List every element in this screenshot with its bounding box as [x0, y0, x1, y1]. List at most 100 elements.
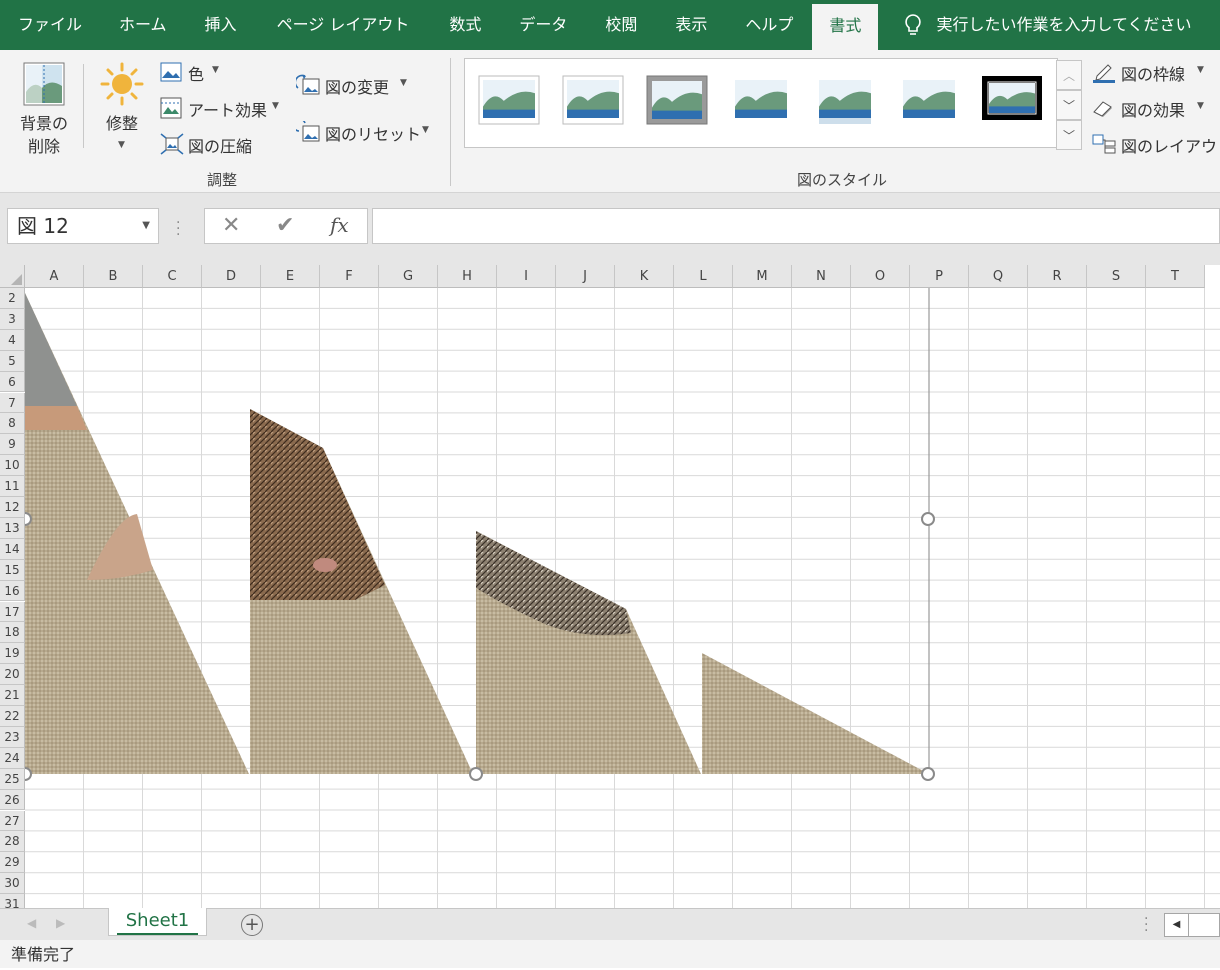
picture-piece-4[interactable]: [702, 653, 929, 774]
picture-style-5[interactable]: [814, 75, 876, 125]
column-header[interactable]: O: [851, 265, 910, 288]
tab-6[interactable]: 校閲: [586, 0, 656, 50]
picture-layout-icon: [1092, 134, 1116, 154]
column-header[interactable]: E: [261, 265, 320, 288]
name-box[interactable]: 図 12 ▼: [7, 208, 159, 244]
select-all-corner[interactable]: [0, 265, 25, 288]
row-header[interactable]: 9: [0, 434, 25, 456]
row-header[interactable]: 31: [0, 894, 25, 908]
column-header[interactable]: N: [792, 265, 851, 288]
row-header[interactable]: 4: [0, 329, 25, 351]
row-header[interactable]: 7: [0, 392, 25, 414]
tab-1[interactable]: ホーム: [100, 0, 186, 50]
horizontal-scrollbar[interactable]: ◀: [1164, 913, 1220, 937]
row-header[interactable]: 11: [0, 476, 25, 497]
column-header[interactable]: Q: [969, 265, 1028, 288]
resize-handle[interactable]: [921, 767, 935, 781]
row-header[interactable]: 26: [0, 789, 25, 811]
row-header[interactable]: 8: [0, 413, 25, 435]
tab-9[interactable]: 書式: [812, 4, 879, 50]
tell-me-box[interactable]: 実行したい作業を入力してください: [904, 0, 1191, 50]
gallery-more-button[interactable]: ﹀: [1056, 120, 1082, 150]
sheet-nav-prev-icon[interactable]: ◀: [27, 916, 36, 930]
picture-style-1[interactable]: [478, 75, 540, 125]
enter-check-icon[interactable]: ✔: [276, 213, 294, 238]
row-header[interactable]: 21: [0, 685, 25, 706]
row-header[interactable]: 29: [0, 852, 25, 874]
status-bar: 準備完了: [0, 940, 1220, 968]
resize-handle[interactable]: [25, 767, 32, 781]
row-header[interactable]: 19: [0, 643, 25, 665]
tab-2[interactable]: 挿入: [186, 0, 256, 50]
column-header[interactable]: P: [910, 265, 969, 288]
tab-0[interactable]: ファイル: [0, 0, 100, 50]
picture-style-3[interactable]: [646, 75, 708, 125]
row-header[interactable]: 16: [0, 580, 25, 602]
column-header[interactable]: A: [25, 265, 84, 288]
change-picture-icon: [296, 74, 320, 95]
row-header[interactable]: 23: [0, 726, 25, 748]
column-header[interactable]: J: [556, 265, 615, 288]
row-header[interactable]: 24: [0, 747, 25, 769]
resize-handle[interactable]: [25, 512, 32, 526]
row-header[interactable]: 12: [0, 497, 25, 518]
column-header[interactable]: G: [379, 265, 438, 288]
tab-4[interactable]: 数式: [430, 0, 500, 50]
row-header[interactable]: 28: [0, 831, 25, 853]
row-header[interactable]: 5: [0, 350, 25, 372]
sheet-nav-next-icon[interactable]: ▶: [56, 916, 65, 930]
row-header[interactable]: 17: [0, 601, 25, 623]
insert-function-icon[interactable]: fx: [330, 213, 349, 237]
column-header[interactable]: K: [615, 265, 674, 288]
resize-handle[interactable]: [921, 512, 935, 526]
gallery-scroll-down-button[interactable]: ﹀: [1056, 90, 1082, 120]
column-header[interactable]: T: [1146, 265, 1205, 288]
picture-style-7[interactable]: [981, 75, 1043, 125]
row-header[interactable]: 13: [0, 517, 25, 539]
column-header[interactable]: L: [674, 265, 733, 288]
row-header[interactable]: 18: [0, 622, 25, 644]
picture-style-2[interactable]: [562, 75, 624, 125]
chevron-down-icon[interactable]: ▼: [142, 209, 150, 243]
row-header[interactable]: 3: [0, 308, 25, 330]
worksheet-grid[interactable]: A B C D E F G H I J K L M N O P Q R S T 2 3 4 5 6 7 8 9 10 11 12 13 14 15…: [0, 265, 1220, 908]
corrections-button[interactable]: 修整 ▼: [96, 60, 148, 160]
column-header[interactable]: R: [1028, 265, 1087, 288]
column-header[interactable]: D: [202, 265, 261, 288]
row-header[interactable]: 30: [0, 873, 25, 895]
formula-input[interactable]: [372, 208, 1220, 244]
add-sheet-icon[interactable]: +: [241, 914, 263, 936]
column-header[interactable]: M: [733, 265, 792, 288]
gallery-scroll-up-button[interactable]: ︿: [1056, 60, 1082, 90]
row-header[interactable]: 20: [0, 664, 25, 686]
cell-area[interactable]: [25, 288, 1220, 908]
tab-3[interactable]: ページ レイアウト: [256, 0, 431, 50]
row-header[interactable]: 14: [0, 538, 25, 560]
remove-background-button[interactable]: 背景の 削除: [12, 60, 76, 160]
scrollbar-grip[interactable]: · · ·: [1144, 912, 1148, 938]
column-header[interactable]: S: [1087, 265, 1146, 288]
row-header[interactable]: 2: [0, 288, 25, 309]
row-header[interactable]: 10: [0, 455, 25, 477]
tab-7[interactable]: 表示: [656, 0, 726, 50]
cancel-icon[interactable]: ✕: [222, 213, 240, 238]
picture-style-4[interactable]: [730, 75, 792, 125]
row-header[interactable]: 22: [0, 706, 25, 727]
picture-effects-label: 図の効果: [1121, 101, 1186, 120]
sheet-tab-sheet1[interactable]: Sheet1: [108, 908, 207, 936]
row-header[interactable]: 27: [0, 810, 25, 832]
tab-8[interactable]: ヘルプ: [726, 0, 812, 50]
row-header[interactable]: 15: [0, 559, 25, 581]
formula-bar-grip[interactable]: · · ·: [176, 216, 180, 242]
resize-handle[interactable]: [469, 767, 483, 781]
tab-5[interactable]: データ: [500, 0, 586, 50]
row-header[interactable]: 25: [0, 768, 25, 790]
column-header[interactable]: F: [320, 265, 379, 288]
picture-style-6[interactable]: [898, 75, 960, 125]
scroll-left-icon[interactable]: ◀: [1165, 914, 1189, 936]
column-header[interactable]: B: [84, 265, 143, 288]
column-header[interactable]: I: [497, 265, 556, 288]
row-header[interactable]: 6: [0, 371, 25, 393]
column-header[interactable]: C: [143, 265, 202, 288]
column-header[interactable]: H: [438, 265, 497, 288]
